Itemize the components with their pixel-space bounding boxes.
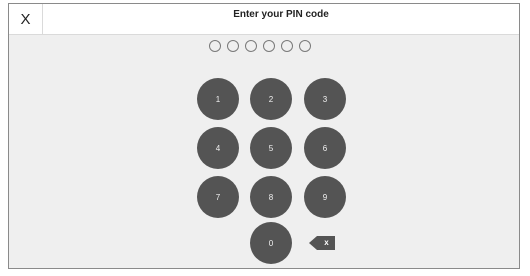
key-5[interactable]: 5 (250, 127, 292, 169)
key-0[interactable]: 0 (250, 222, 292, 264)
key-9[interactable]: 9 (304, 176, 346, 218)
backspace-label: x (324, 238, 329, 247)
key-2[interactable]: 2 (250, 78, 292, 120)
pin-dot-5 (281, 40, 293, 52)
pin-dot-1 (209, 40, 221, 52)
dialog-header: X Enter your PIN code (9, 4, 519, 35)
key-3[interactable]: 3 (304, 78, 346, 120)
pin-indicator (209, 40, 311, 54)
key-7[interactable]: 7 (197, 176, 239, 218)
key-4[interactable]: 4 (197, 127, 239, 169)
pin-dot-2 (227, 40, 239, 52)
pin-dot-3 (245, 40, 257, 52)
backspace-button[interactable]: x (309, 236, 335, 250)
key-8[interactable]: 8 (250, 176, 292, 218)
pin-dot-6 (299, 40, 311, 52)
key-1[interactable]: 1 (197, 78, 239, 120)
dialog-title: Enter your PIN code (233, 9, 329, 20)
close-button[interactable]: X (9, 4, 43, 35)
pin-dot-4 (263, 40, 275, 52)
key-6[interactable]: 6 (304, 127, 346, 169)
